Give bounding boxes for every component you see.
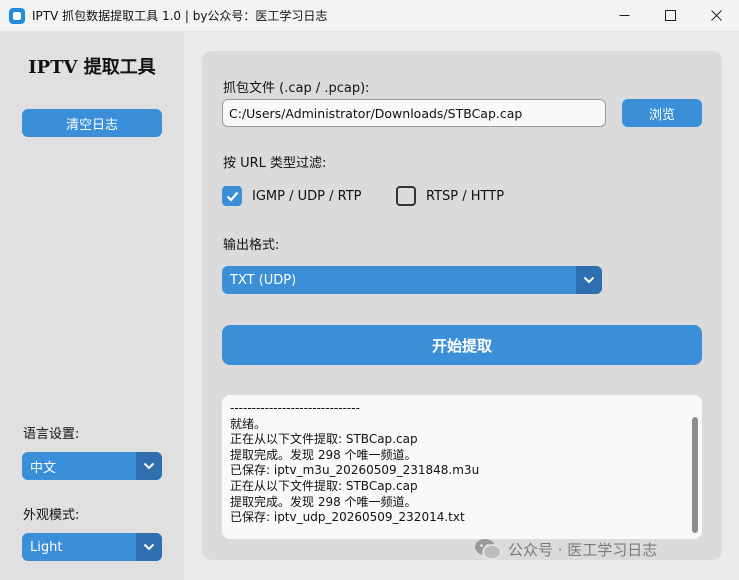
window-title: IPTV 抓包数据提取工具 1.0 | by公众号：医工学习日志: [32, 9, 328, 23]
appearance-dropdown-arrow[interactable]: [136, 533, 162, 561]
sidebar: IPTV 提取工具 清空日志 语言设置: 中文 外观模式: Light: [0, 32, 184, 580]
log-line: ------------------------------: [230, 401, 360, 415]
checkbox-unchecked[interactable]: [396, 186, 416, 206]
chevron-down-icon: [583, 276, 595, 284]
filter-igmp-label: IGMP / UDP / RTP: [252, 188, 362, 204]
log-line: 就绪。: [230, 416, 267, 431]
title-bar: IPTV 抓包数据提取工具 1.0 | by公众号：医工学习日志: [0, 0, 739, 32]
watermark-text: 公众号 · 医工学习日志: [508, 540, 658, 559]
main-panel: 抓包文件 (.cap / .pcap): 浏览 按 URL 类型过滤: IGMP…: [202, 51, 722, 560]
log-textbox[interactable]: ------------------------------ 就绪。 正在从以下…: [222, 395, 702, 539]
language-select[interactable]: 中文: [22, 452, 162, 480]
browse-button[interactable]: 浏览: [622, 99, 702, 127]
log-line: 正在从以下文件提取: STBCap.cap: [230, 432, 418, 447]
checkbox-checked[interactable]: [222, 186, 242, 206]
app-icon: [9, 7, 25, 24]
watermark: 公众号 · 医工学习日志: [474, 538, 657, 560]
wechat-icon: [475, 539, 502, 560]
app-title: IPTV 提取工具: [28, 57, 156, 78]
window-controls: [601, 0, 739, 31]
chevron-down-icon: [143, 462, 155, 470]
log-line: 提取完成。发现 298 个唯一频道。: [230, 494, 417, 509]
minimize-icon: [619, 15, 629, 16]
appearance-label: 外观模式:: [23, 508, 80, 523]
maximize-icon: [664, 10, 676, 21]
language-dropdown-arrow[interactable]: [136, 452, 162, 480]
close-icon: [710, 10, 722, 21]
filter-rtsp-label: RTSP / HTTP: [426, 188, 505, 204]
output-format-select[interactable]: TXT (UDP): [222, 266, 602, 294]
filter-rtsp-http[interactable]: RTSP / HTTP: [396, 186, 504, 206]
log-line: 已保存: iptv_m3u_20260509_231848.m3u: [230, 463, 480, 478]
maximize-button[interactable]: [647, 0, 693, 31]
minimize-button[interactable]: [601, 0, 647, 31]
output-dropdown-arrow[interactable]: [576, 266, 602, 294]
clear-log-button[interactable]: 清空日志: [22, 109, 162, 137]
check-icon: [226, 191, 238, 202]
close-button[interactable]: [693, 0, 739, 31]
log-line: 提取完成。发现 298 个唯一频道。: [230, 447, 417, 462]
filter-igmp-udp-rtp[interactable]: IGMP / UDP / RTP: [222, 186, 361, 206]
filter-label: 按 URL 类型过滤:: [223, 156, 327, 171]
output-format-value: TXT (UDP): [230, 272, 297, 288]
language-label: 语言设置:: [23, 427, 80, 442]
appearance-select[interactable]: Light: [22, 533, 162, 561]
appearance-value: Light: [30, 539, 63, 555]
output-format-label: 输出格式:: [223, 238, 280, 253]
log-lines: ------------------------------ 就绪。 正在从以下…: [230, 401, 680, 526]
log-scrollbar[interactable]: [692, 417, 698, 533]
chevron-down-icon: [143, 543, 155, 551]
log-line: 已保存: iptv_udp_20260509_232014.txt: [230, 510, 465, 525]
file-label: 抓包文件 (.cap / .pcap):: [223, 81, 370, 96]
log-line: 正在从以下文件提取: STBCap.cap: [230, 478, 418, 493]
start-extract-button[interactable]: 开始提取: [222, 325, 702, 365]
file-path-input[interactable]: [222, 99, 606, 127]
language-value: 中文: [30, 460, 57, 476]
